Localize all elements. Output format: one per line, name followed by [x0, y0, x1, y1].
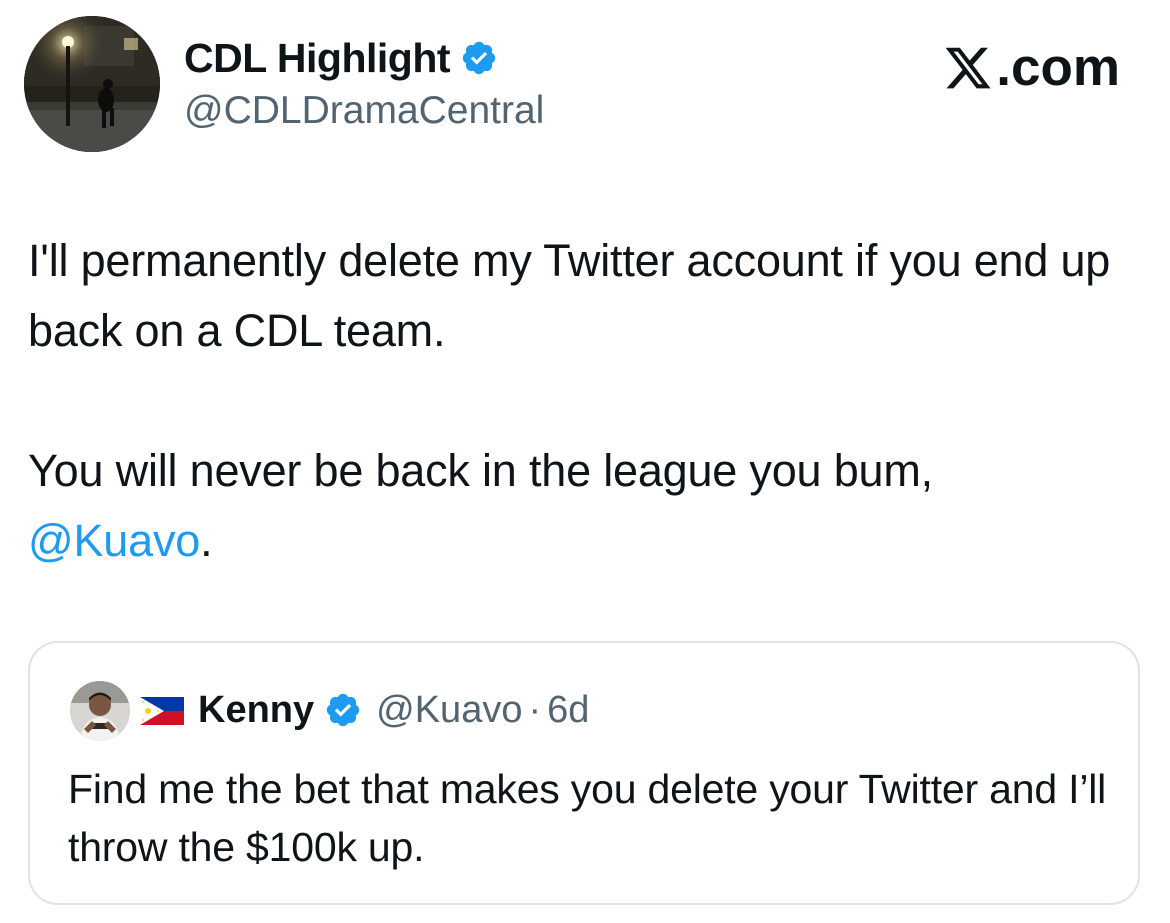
author-display-name-row[interactable]: CDL Highlight — [184, 32, 498, 84]
author-display-name[interactable]: CDL Highlight — [184, 32, 451, 84]
quoted-separator: · — [528, 689, 542, 731]
quoted-author-avatar[interactable] — [70, 681, 130, 741]
quoted-author-display-name[interactable]: Kenny — [198, 685, 314, 735]
tweet-text: I'll permanently delete my Twitter accou… — [28, 226, 1138, 576]
verified-badge-icon — [462, 41, 496, 75]
quoted-author-handle[interactable]: @Kuavo — [376, 685, 522, 735]
quoted-tweet-text: Find me the bet that makes you delete yo… — [68, 766, 1107, 870]
author-handle[interactable]: @CDLDramaCentral — [184, 86, 544, 136]
quoted-verified-badge-icon — [326, 693, 360, 727]
tweet-paragraph-1: I'll permanently delete my Twitter accou… — [28, 235, 1111, 356]
quoted-author-row: Kenny @Kuavo · 6d — [198, 685, 589, 735]
author-avatar[interactable] — [24, 16, 160, 152]
mention-link[interactable]: @Kuavo — [28, 515, 200, 566]
x-brand-watermark: .com — [942, 38, 1120, 98]
quoted-tweet-card[interactable]: Kenny @Kuavo · 6d Find me the bet that m… — [28, 641, 1140, 905]
avatar-night-street-image — [24, 16, 160, 152]
tweet-paragraph-2: You will never be back in the league you… — [28, 436, 1138, 576]
x-logo-icon — [945, 47, 991, 89]
quoted-timestamp[interactable]: 6d — [547, 685, 589, 735]
tweet-paragraph-2-text: You will never be back in the league you… — [28, 445, 933, 496]
brand-label: .com — [996, 38, 1120, 97]
philippines-flag-icon — [140, 697, 184, 725]
quoted-avatar-image — [70, 681, 130, 741]
tweet-paragraph-2-suffix: . — [200, 515, 213, 566]
